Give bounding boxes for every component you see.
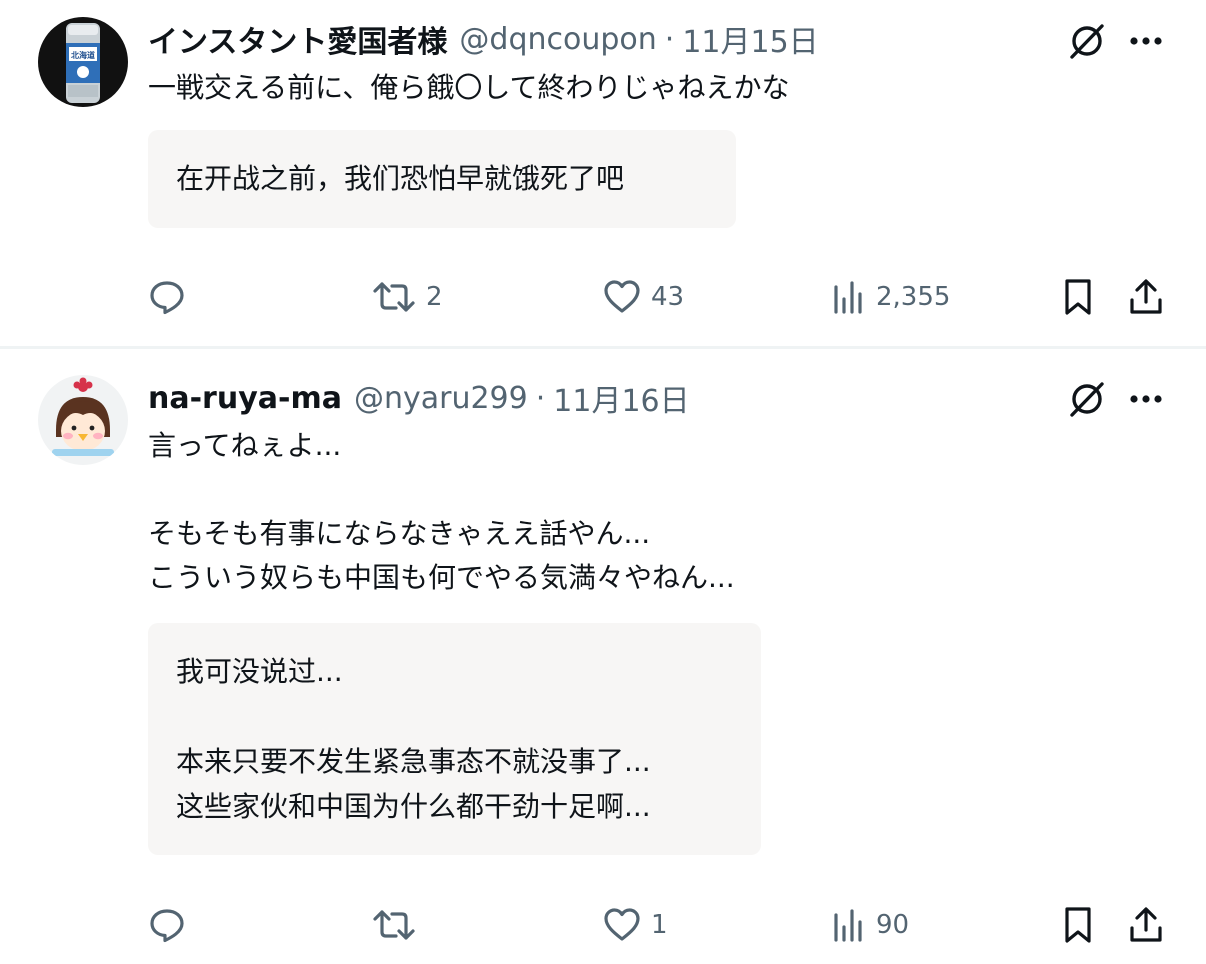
user-handle[interactable]: @nyaru299 [354,381,528,416]
share-icon [1129,906,1163,944]
display-name[interactable]: インスタント愛国者様 [148,17,447,61]
views-button[interactable]: 2,355 [832,272,950,322]
tweet[interactable]: na-ruya-ma @nyaru299 · 11月16日 言ってねぇよ... … [0,350,1206,964]
like-count: 43 [651,282,685,312]
reply-button[interactable] [148,272,186,322]
translation-box: 我可没说过... 本来只要不发生紧急事态不就没事了... 这些家伙和中国为什么都… [148,623,761,855]
retweet-icon [372,279,416,315]
tweet[interactable]: 北海道 インスタント愛国者様 @dqncoupon · 11月15日 一戦交える… [0,0,1206,346]
bookmark-icon [1062,906,1094,944]
share-button[interactable] [1129,272,1163,322]
retweet-icon [372,907,416,943]
avatar[interactable]: 北海道 [38,17,128,107]
action-bar: 2 43 2,355 [0,272,1206,322]
tweet-divider [0,346,1206,349]
views-button[interactable]: 90 [832,900,909,950]
tweet-header: インスタント愛国者様 @dqncoupon · 11月15日 [148,17,819,61]
separator: · [535,380,546,416]
grok-icon[interactable] [1067,379,1107,419]
like-count: 1 [651,910,668,940]
share-button[interactable] [1129,900,1163,950]
reply-icon [148,278,186,316]
like-icon [603,279,641,315]
retweet-count: 2 [426,282,443,312]
retweet-button[interactable]: 2 [372,272,443,322]
display-name[interactable]: na-ruya-ma [148,381,342,416]
user-handle[interactable]: @dqncoupon [459,22,656,57]
like-button[interactable]: 43 [603,272,684,322]
bookmark-icon [1062,278,1094,316]
avatar[interactable] [38,375,128,465]
like-button[interactable]: 1 [603,900,668,950]
tweet-text: 一戦交える前に、俺ら餓〇して終わりじゃねえかな [148,71,790,104]
views-count: 2,355 [876,282,951,312]
grok-icon[interactable] [1067,21,1107,61]
tweet-header: na-ruya-ma @nyaru299 · 11月16日 [148,376,690,420]
bookmark-button[interactable] [1062,272,1094,322]
share-icon [1129,278,1163,316]
separator: · [664,21,675,57]
reply-icon [148,906,186,944]
tweet-date[interactable]: 11月16日 [553,376,689,420]
views-icon [832,279,866,315]
translation-box: 在开战之前，我们恐怕早就饿死了吧 [148,130,736,228]
avatar-label: 北海道 [71,50,95,60]
tweet-text: 言ってねぇよ... そもそも有事にならなきゃええ話やん... こういう奴らも中国… [148,429,735,594]
tweet-date[interactable]: 11月15日 [682,17,818,61]
views-count: 90 [876,910,910,940]
reply-button[interactable] [148,900,186,950]
more-icon[interactable] [1126,21,1166,61]
like-icon [603,907,641,943]
action-bar: 1 90 [0,900,1206,950]
bookmark-button[interactable] [1062,900,1094,950]
retweet-button[interactable] [372,900,416,950]
more-icon[interactable] [1126,379,1166,419]
views-icon [832,907,866,943]
